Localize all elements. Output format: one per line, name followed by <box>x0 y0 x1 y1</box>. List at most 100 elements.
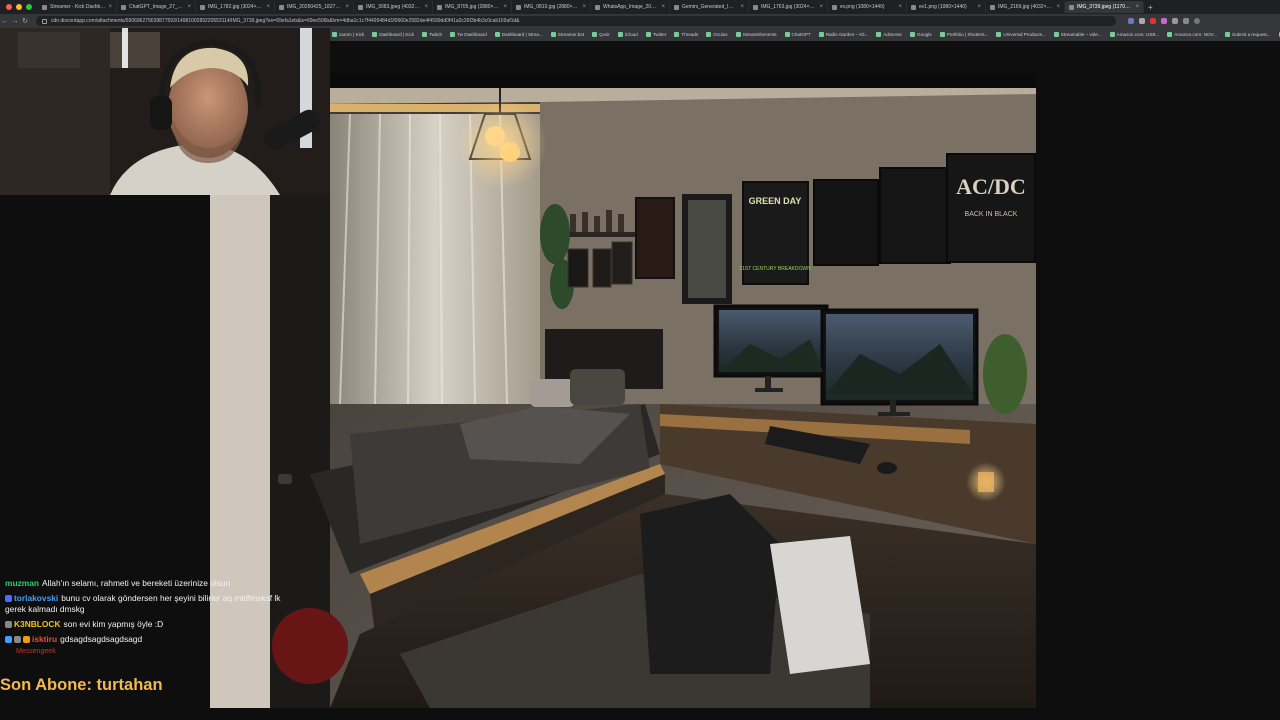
extension-icon[interactable] <box>1161 18 1167 24</box>
bookmark-label: Amazon.com: NOV... <box>1174 32 1217 37</box>
bookmark-item[interactable]: zarom | Kick <box>332 32 364 37</box>
browser-tab[interactable]: IMG_3083.jpeg (4032×3024)× <box>354 1 433 13</box>
bookmark-favicon-icon <box>592 32 598 37</box>
address-bar[interactable]: cdn.discordapp.com/attachments/690696279… <box>36 16 1116 26</box>
bookmark-item[interactable]: Çevir <box>592 32 610 37</box>
bookmark-item[interactable]: StreamElements <box>735 32 777 37</box>
tab-title: ev1.png (1080×1440) <box>919 4 967 10</box>
bookmark-favicon-icon <box>876 32 882 37</box>
bookmark-item[interactable]: Universal Products... <box>996 32 1046 37</box>
close-tab-icon[interactable]: × <box>345 4 349 10</box>
close-tab-icon[interactable]: × <box>898 4 902 10</box>
bookmark-item[interactable]: Portfolio | Shutters... <box>939 32 988 37</box>
browser-tab[interactable]: IMG_3739.jpeg (1170×853) × <box>1065 1 1144 13</box>
bookmark-favicon-icon <box>674 32 680 37</box>
chat-text: Allah'ın selamı, rahmeti ve bereketi üze… <box>41 578 231 588</box>
browser-tab[interactable]: IMG_2169.jpg (4032×3024) × <box>986 1 1065 13</box>
bookmark-item[interactable]: Threads <box>674 32 698 37</box>
maximize-window-button[interactable] <box>26 4 32 10</box>
chat-username[interactable]: muzman <box>5 578 39 588</box>
tab-favicon-icon <box>753 4 758 10</box>
bookmark-item[interactable]: Amazon.com: NOV... <box>1167 32 1217 37</box>
bookmark-item[interactable]: Amazon.com: USB... <box>1109 32 1159 37</box>
browser-tab[interactable]: ChatGPT_Image_27_Nis_20...× <box>117 1 196 13</box>
forward-arrow-icon[interactable]: → <box>10 18 20 25</box>
chat-message: K3NBLOCK son evi kim yapmış öyle :D <box>0 619 300 630</box>
browser-tab[interactable]: ev1.png (1080×1440) × <box>907 1 986 13</box>
minimize-window-button[interactable] <box>16 4 22 10</box>
chat-username[interactable]: torlakovski <box>14 593 58 603</box>
back-arrow-icon[interactable]: ← <box>0 18 10 25</box>
bookmark-item[interactable]: Twitch <box>422 32 442 37</box>
bookmark-item[interactable]: Twitter <box>645 32 666 37</box>
extension-icon[interactable] <box>1150 18 1156 24</box>
browser-tab[interactable]: WhatsApp_Image_2026-04-...× <box>591 1 670 13</box>
browser-tab[interactable]: IMG_0810.jpg (2880×2160) × <box>512 1 591 13</box>
browser-tab[interactable]: IMG_1763.jpg (3024×4032) × <box>749 1 828 13</box>
bookmark-item[interactable]: Radio Garden – Kli... <box>818 32 868 37</box>
close-tab-icon[interactable]: × <box>582 4 586 10</box>
tab-title: IMG_1782.jpg (3024×4032) <box>208 4 264 10</box>
bookmark-item[interactable]: Tw Dashboard <box>450 32 487 37</box>
bookmark-label: Tw Dashboard <box>457 32 487 37</box>
tab-favicon-icon <box>121 4 126 10</box>
extension-icon[interactable] <box>1128 18 1134 24</box>
close-window-button[interactable] <box>6 4 12 10</box>
bookmark-label: Google <box>917 32 932 37</box>
bookmark-favicon-icon <box>818 32 824 37</box>
chat-badge-icon <box>5 636 12 643</box>
browser-tab-strip: Streamer - Kick Dashboard × ChatGPT_Image_… <box>0 0 1280 14</box>
close-tab-icon[interactable]: × <box>740 4 744 10</box>
extension-icon[interactable] <box>1139 18 1145 24</box>
bookmark-item[interactable]: Dashboard | Strea... <box>494 32 543 37</box>
reload-icon[interactable]: ↻ <box>20 17 30 25</box>
bookmark-label: Streamer.bot <box>557 32 585 37</box>
image-viewer: GREEN DAY 21ST CENTURY BREAKDOWN AC/DC B… <box>210 74 1036 708</box>
close-tab-icon[interactable]: × <box>187 4 191 10</box>
bookmark-label: Threads <box>681 32 699 37</box>
bookmark-item[interactable]: Streamer.bot <box>550 32 585 37</box>
bookmark-item[interactable]: ChatGPT <box>784 32 811 37</box>
close-tab-icon[interactable]: × <box>977 4 981 10</box>
room-photo: GREEN DAY 21ST CENTURY BREAKDOWN AC/DC B… <box>210 74 1036 708</box>
close-tab-icon[interactable]: × <box>819 4 823 10</box>
browser-tab[interactable]: ev.png (1080×1440) × <box>828 1 907 13</box>
browser-tab[interactable]: Streamer - Kick Dashboard × <box>38 1 117 13</box>
close-tab-icon[interactable]: × <box>661 4 665 10</box>
close-tab-icon[interactable]: × <box>424 4 428 10</box>
bookmark-favicon-icon <box>939 32 945 37</box>
new-tab-button[interactable]: + <box>1144 3 1157 12</box>
chat-badge-icon <box>5 595 12 602</box>
bookmarks-bar: zarom | Kick Dashboard | Kick Twitch Tw Das… <box>330 28 1280 41</box>
close-tab-icon[interactable]: × <box>266 4 270 10</box>
bookmark-item[interactable]: Dashboard | Kick <box>372 32 414 37</box>
chat-username[interactable]: isktiru <box>32 634 57 644</box>
browser-tab[interactable]: Gemini_Generated_Image_...× <box>670 1 749 13</box>
site-info-icon[interactable] <box>42 18 47 24</box>
tab-favicon-icon <box>832 4 837 10</box>
close-tab-icon[interactable]: × <box>108 4 112 10</box>
close-tab-icon[interactable]: × <box>503 4 507 10</box>
bookmark-item[interactable]: Google <box>910 32 932 37</box>
bookmark-item[interactable]: Submit a request... <box>1225 32 1271 37</box>
browser-tab[interactable]: IMG_8705.jpg (2880×2160) × <box>433 1 512 13</box>
browser-tab[interactable]: IMG_1782.jpg (3024×4032) × <box>196 1 275 13</box>
window-controls <box>0 4 38 10</box>
close-tab-icon[interactable]: × <box>1135 4 1139 10</box>
bookmark-item[interactable]: Oculus <box>706 32 728 37</box>
tab-favicon-icon <box>516 4 521 10</box>
profile-icon[interactable] <box>1194 18 1200 24</box>
tab-title: ev.png (1080×1440) <box>840 4 885 10</box>
chat-username[interactable]: K3NBLOCK <box>14 619 61 629</box>
bookmark-favicon-icon <box>706 32 712 37</box>
extension-icon[interactable] <box>1183 18 1189 24</box>
browser-tab[interactable]: IMG_20260425_182749.jp × <box>275 1 354 13</box>
bookmark-item[interactable]: AdSense <box>876 32 902 37</box>
tab-title: IMG_2169.jpg (4032×3024) <box>998 4 1054 10</box>
bookmark-label: ChatGPT <box>791 32 811 37</box>
bookmark-item[interactable]: iCloud <box>617 32 638 37</box>
close-tab-icon[interactable]: × <box>1056 4 1060 10</box>
bookmark-item[interactable]: Streamable – vide... <box>1053 32 1102 37</box>
tab-favicon-icon <box>42 4 47 10</box>
extension-icon[interactable] <box>1172 18 1178 24</box>
